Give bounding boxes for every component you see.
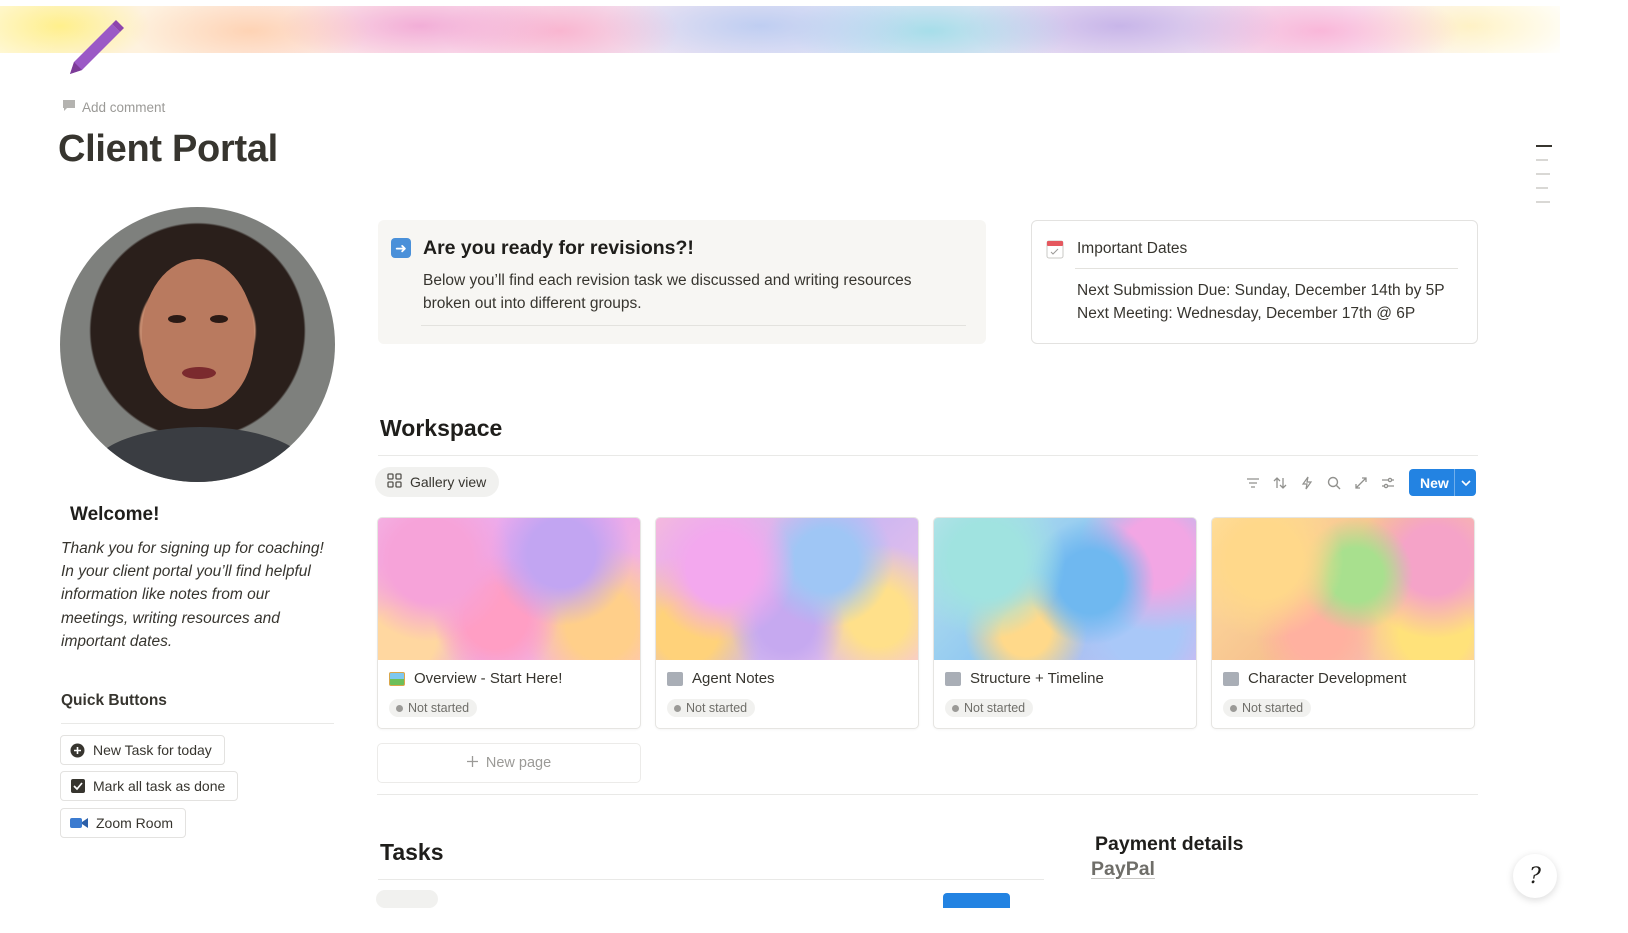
sort-icon[interactable]: [1271, 474, 1289, 492]
status-dot: [1230, 704, 1237, 712]
gallery-card-character-development[interactable]: Character Development Not started: [1211, 517, 1475, 729]
divider: [421, 325, 966, 326]
dates-title: Important Dates: [1077, 240, 1188, 257]
tab-gallery-view[interactable]: Gallery view: [375, 467, 500, 497]
card-title: Overview - Start Here!: [414, 670, 563, 687]
avatar-shoulder: [90, 427, 310, 482]
callout-title: Are you ready for revisions?!: [423, 237, 694, 259]
divider: [378, 879, 1044, 880]
new-task-button[interactable]: New Task for today: [60, 735, 225, 765]
add-comment-button[interactable]: Add comment: [62, 99, 165, 115]
arrow-right-icon[interactable]: ➜: [391, 238, 411, 258]
toc-item[interactable]: [1536, 159, 1548, 161]
page-cover[interactable]: [0, 6, 1560, 53]
database-toolbar: [1244, 474, 1397, 492]
folder-icon: [945, 672, 961, 686]
avatar-face: [142, 259, 254, 409]
avatar-eye: [210, 315, 228, 323]
status-dot: [952, 704, 959, 712]
toc-item[interactable]: [1536, 201, 1550, 203]
status-label: Not started: [964, 701, 1026, 715]
tasks-view-tab[interactable]: [376, 890, 438, 908]
toc-item[interactable]: [1536, 173, 1550, 175]
status-badge: Not started: [1223, 699, 1312, 717]
card-title: Character Development: [1248, 670, 1407, 687]
status-label: Not started: [686, 701, 748, 715]
card-cover: [1212, 518, 1474, 660]
paypal-link[interactable]: PayPal: [1091, 858, 1155, 881]
card-cover: [656, 518, 918, 660]
new-task-label: New Task for today: [93, 742, 212, 758]
page-title: Client Portal: [58, 128, 278, 170]
next-submission-date: Next Submission Due: Sunday, December 14…: [1077, 282, 1445, 299]
toc-item[interactable]: [1536, 145, 1552, 147]
revisions-callout: ➜ Are you ready for revisions?! Below yo…: [378, 220, 986, 344]
zoom-room-button[interactable]: Zoom Room: [60, 808, 187, 838]
divider: [61, 723, 334, 724]
search-icon[interactable]: [1325, 474, 1343, 492]
folder-icon: [667, 672, 683, 686]
gallery-card-structure-timeline[interactable]: Structure + Timeline Not started: [933, 517, 1197, 729]
status-badge: Not started: [945, 699, 1034, 717]
pencil-icon[interactable]: [64, 18, 128, 78]
gallery-view-label: Gallery view: [410, 474, 487, 490]
toc-item[interactable]: [1536, 187, 1548, 189]
avatar: [60, 207, 335, 482]
new-button[interactable]: New: [1409, 469, 1476, 496]
settings-icon[interactable]: [1379, 474, 1397, 492]
new-button-label: New: [1420, 474, 1449, 491]
divider: [378, 455, 1478, 456]
lightning-icon[interactable]: [1298, 474, 1316, 492]
card-cover: [378, 518, 640, 660]
new-page-label: New page: [485, 755, 552, 771]
gallery-icon: [387, 473, 402, 491]
next-meeting-date: Next Meeting: Wednesday, December 17th @…: [1077, 305, 1416, 322]
calendar-icon[interactable]: [1046, 239, 1064, 259]
callout-body: Below you’ll find each revision task we …: [423, 272, 912, 312]
tasks-heading: Tasks: [380, 839, 444, 865]
picture-icon: [389, 672, 405, 686]
tasks-new-button[interactable]: [943, 893, 1010, 908]
zoom-room-label: Zoom Room: [96, 815, 174, 831]
chevron-down-icon[interactable]: [1455, 479, 1476, 486]
new-page-button[interactable]: New page: [377, 743, 641, 783]
divider: [1075, 268, 1458, 269]
avatar-eye: [168, 315, 186, 323]
card-cover: [934, 518, 1196, 660]
folder-icon: [1223, 672, 1239, 686]
divider: [377, 794, 1478, 795]
status-label: Not started: [408, 701, 470, 715]
quick-buttons-heading: Quick Buttons: [61, 692, 167, 709]
add-comment-label: Add comment: [82, 99, 166, 115]
card-title: Agent Notes: [692, 670, 775, 687]
welcome-heading: Welcome!: [70, 504, 160, 525]
plus-circle-icon: [70, 743, 85, 758]
status-dot: [396, 704, 403, 712]
video-camera-icon: [70, 816, 88, 831]
welcome-text: Thank you for signing up for coaching! I…: [61, 540, 324, 650]
mark-all-done-label: Mark all task as done: [93, 778, 226, 794]
checkbox-icon: [70, 779, 85, 794]
gallery-card-overview[interactable]: Overview - Start Here! Not started: [377, 517, 641, 729]
gallery-card-agent-notes[interactable]: Agent Notes Not started: [655, 517, 919, 729]
important-dates-callout: Important Dates Next Submission Due: Sun…: [1031, 220, 1478, 344]
payment-heading: Payment details: [1095, 833, 1244, 855]
help-icon[interactable]: ?: [1513, 854, 1557, 898]
plus-icon: [466, 755, 478, 771]
status-dot: [674, 704, 681, 712]
status-label: Not started: [1242, 701, 1304, 715]
card-title: Structure + Timeline: [970, 670, 1104, 687]
mark-all-done-button[interactable]: Mark all task as done: [60, 771, 239, 801]
workspace-heading: Workspace: [380, 415, 503, 441]
status-badge: Not started: [389, 699, 478, 717]
expand-icon[interactable]: [1352, 474, 1370, 492]
table-of-contents[interactable]: [1536, 145, 1552, 215]
avatar-lips: [182, 367, 216, 379]
comment-icon: [62, 99, 76, 115]
filter-icon[interactable]: [1244, 474, 1262, 492]
status-badge: Not started: [667, 699, 756, 717]
